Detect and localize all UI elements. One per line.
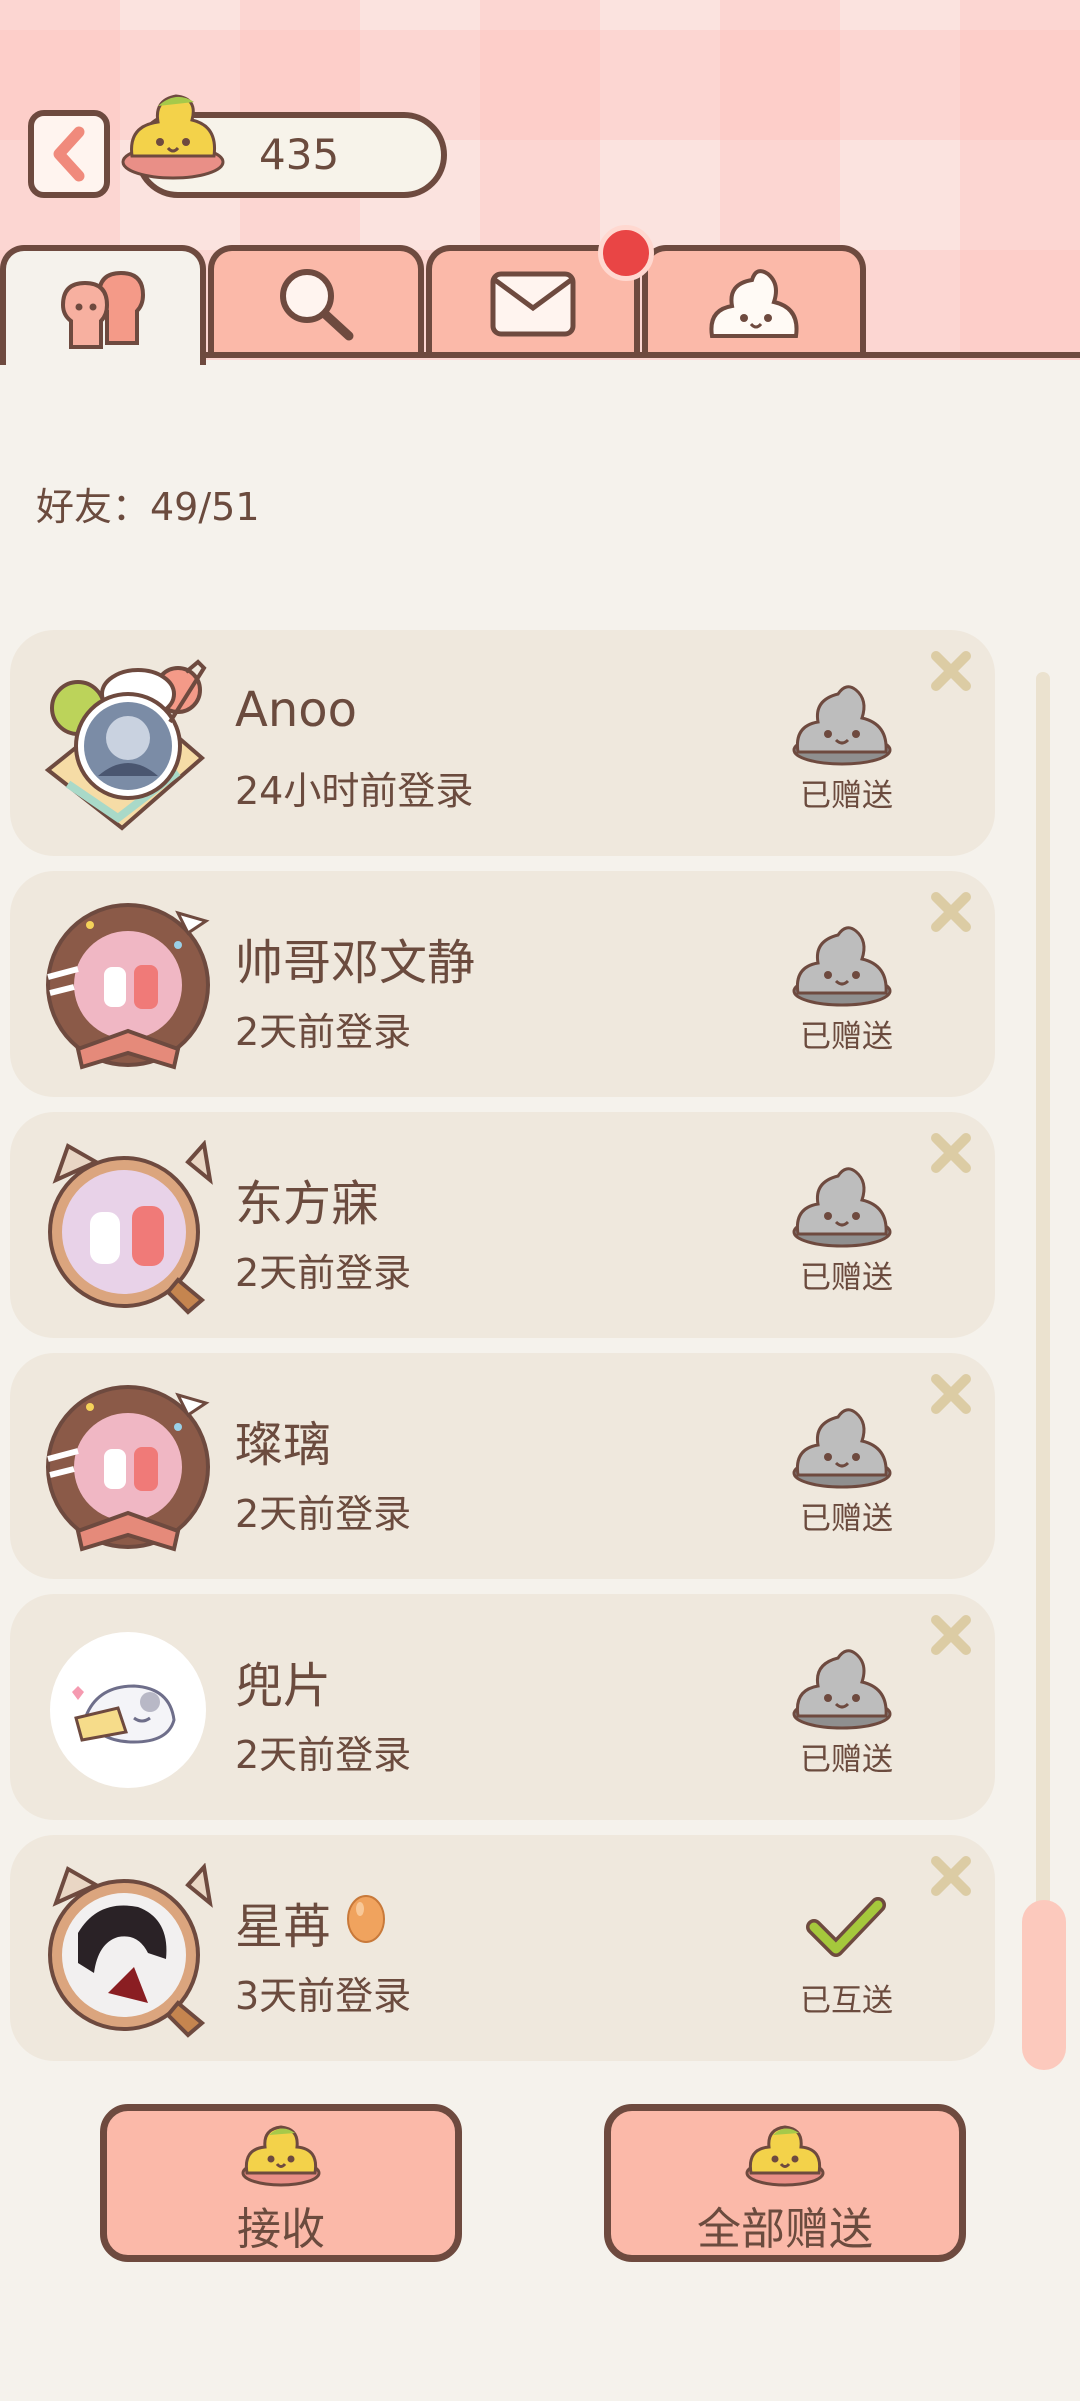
scrollbar-track[interactable] <box>1036 672 1050 2052</box>
friend-card[interactable]: 帅哥邓文静 2天前登录 已赠送 <box>10 871 995 1097</box>
avatar <box>44 659 207 831</box>
gift-status: 已赠送 <box>800 778 893 814</box>
envelope-icon <box>490 271 576 337</box>
send-all-label: 全部赠送 <box>697 2204 873 2255</box>
two-people-icon <box>60 270 146 349</box>
close-icon[interactable] <box>928 1130 974 1176</box>
friend-card[interactable]: 东方寐 2天前登录 已赠送 <box>10 1112 995 1338</box>
friend-name: 兜片 <box>235 1658 332 1714</box>
tab-friends[interactable] <box>0 245 206 365</box>
last-login: 3天前登录 <box>235 1974 412 2018</box>
yellow-poop-icon <box>241 2125 321 2187</box>
back-button[interactable] <box>28 110 110 198</box>
tab-pet[interactable] <box>642 245 866 357</box>
friend-name: 璨璃 <box>235 1417 332 1473</box>
receive-button[interactable]: 接收 <box>100 2104 462 2262</box>
tab-bar <box>0 245 1080 365</box>
gift-status: 已赠送 <box>800 1019 893 1055</box>
gray-poop-icon[interactable] <box>790 1646 894 1732</box>
send-all-button[interactable]: 全部赠送 <box>604 2104 966 2262</box>
last-login: 2天前登录 <box>235 1251 412 1295</box>
friend-card[interactable]: 璨璃 2天前登录 已赠送 <box>10 1353 995 1579</box>
tab-search[interactable] <box>208 245 424 357</box>
friend-name: Anoo <box>235 682 357 738</box>
checkmark-icon <box>806 1897 886 1957</box>
gray-poop-icon[interactable] <box>790 923 894 1009</box>
friend-name: 东方寐 <box>235 1176 380 1232</box>
gray-poop-icon[interactable] <box>790 1405 894 1491</box>
avatar <box>50 1632 206 1788</box>
friends-count-label: 好友：49/51 <box>36 485 260 529</box>
yellow-poop-icon <box>745 2125 825 2187</box>
avatar <box>46 1385 210 1552</box>
close-icon[interactable] <box>928 889 974 935</box>
scrollbar-thumb[interactable] <box>1022 1900 1066 2070</box>
gray-poop-icon[interactable] <box>790 1164 894 1250</box>
gift-status: 已赠送 <box>800 1501 893 1537</box>
friend-card[interactable]: 星苒 3天前登录 已互送 <box>10 1835 995 2061</box>
chevron-left-icon <box>53 126 85 182</box>
close-icon[interactable] <box>928 1853 974 1899</box>
avatar <box>46 903 210 1070</box>
last-login: 24小时前登录 <box>235 769 474 813</box>
close-icon[interactable] <box>928 1371 974 1417</box>
gift-status: 已赠送 <box>800 1260 893 1296</box>
mail-notification-dot <box>598 225 654 281</box>
last-login: 2天前登录 <box>235 1733 412 1777</box>
close-icon[interactable] <box>928 648 974 694</box>
gift-status: 已互送 <box>800 1983 893 2019</box>
search-icon <box>280 269 354 341</box>
last-login: 2天前登录 <box>235 1492 412 1536</box>
gift-status: 已赠送 <box>800 1742 893 1778</box>
friend-name: 星苒 <box>235 1899 332 1955</box>
avatar <box>48 1140 213 1315</box>
coin-count: 435 <box>259 130 340 179</box>
friend-card[interactable]: 兜片 2天前登录 已赠送 <box>10 1594 995 1820</box>
yellow-poop-icon <box>121 94 225 180</box>
white-poop-icon <box>709 269 799 338</box>
close-icon[interactable] <box>928 1612 974 1658</box>
receive-label: 接收 <box>237 2204 325 2255</box>
last-login: 2天前登录 <box>235 1010 412 1054</box>
friend-card[interactable]: Anoo 24小时前登录 已赠送 <box>10 630 995 856</box>
egg-icon <box>347 1895 385 1943</box>
gray-poop-icon[interactable] <box>790 682 894 768</box>
avatar <box>48 1863 213 2038</box>
friend-name: 帅哥邓文静 <box>235 935 476 991</box>
